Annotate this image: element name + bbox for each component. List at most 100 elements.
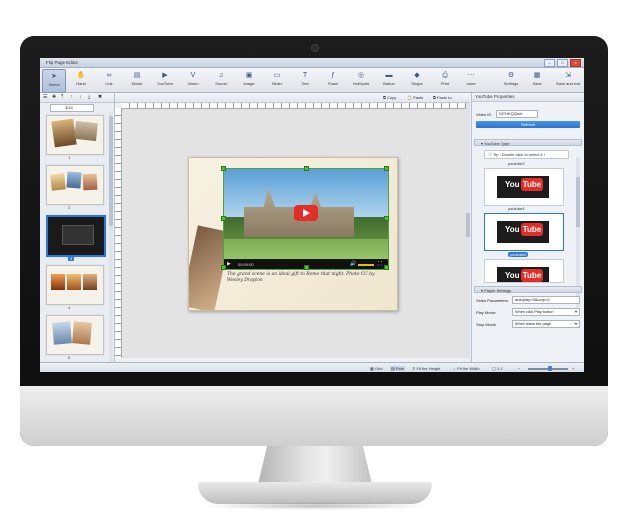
youtube-logo: You Tube (497, 267, 549, 282)
resize-handle[interactable] (221, 166, 226, 171)
move-down-icon[interactable]: ↓ (79, 94, 82, 100)
tool-flash[interactable]: ƒ Flash (322, 69, 344, 91)
styles-scroll-thumb[interactable] (576, 177, 580, 227)
youtube-type-section[interactable]: ▾ YouTube Type (474, 139, 582, 146)
close-button[interactable]: × (570, 59, 581, 67)
video-time: 00:00:00 (238, 262, 254, 267)
tool-image[interactable]: ▣ Image (238, 69, 260, 91)
move-up-icon[interactable]: ↑ (70, 94, 73, 100)
refresh-button[interactable]: Refresh (476, 121, 580, 128)
tool-slider[interactable]: ▭ Slider (266, 69, 288, 91)
stop-movie-select[interactable]: When leave the page ▾ (512, 320, 580, 328)
add-page-icon[interactable]: ✚ (52, 94, 56, 100)
youtube-style-label: youtube4 (508, 206, 525, 211)
copy-button[interactable]: ⧉ Copy (383, 95, 396, 100)
monitor-stand-foot (198, 482, 432, 504)
page-caption: The grand scene is an ideal gift to Rome… (227, 272, 375, 283)
actual-size-button[interactable]: ▢ 1:1 (492, 366, 502, 371)
video-id-input[interactable]: DiTHKQQoel (496, 110, 538, 118)
tool-more[interactable]: ⋯ more (460, 69, 482, 91)
youtube-style-4[interactable]: You Tube (484, 213, 564, 251)
move-first-icon[interactable]: ⤒ (61, 94, 63, 100)
thumb-photo (66, 171, 82, 189)
maximize-button[interactable]: □ (557, 59, 568, 67)
pages-scrollbar[interactable] (109, 112, 113, 362)
canvas-scrollbar[interactable] (466, 103, 470, 358)
zoom-slider-knob[interactable] (548, 366, 552, 371)
rule-toggle[interactable]: ▤ Rule (390, 366, 406, 371)
grid-toggle[interactable]: ▦ Grid (370, 366, 382, 371)
resize-handle[interactable] (221, 265, 226, 270)
thumb-label: 2 (68, 205, 71, 210)
youtube-logo: You Tube (497, 176, 549, 198)
editing-canvas[interactable]: ▶ 00:00:00 🔊 ⛶ The grand scene is an ide… (122, 109, 466, 358)
tool-print[interactable]: ⎙ Print (434, 69, 456, 91)
play-icon[interactable]: ▶ (227, 261, 231, 267)
tool-text[interactable]: T Text (294, 69, 316, 91)
pages-scroll-thumb[interactable] (109, 116, 113, 226)
page-list-icon[interactable]: ☰ (43, 94, 47, 100)
shape-icon: ◆ (414, 72, 420, 79)
fit-height-button[interactable]: ⇕ Fit the Height (412, 366, 440, 371)
tool-button[interactable]: ▬ Button (378, 69, 400, 91)
page-thumbnail-5[interactable] (46, 315, 104, 355)
resize-handle[interactable] (221, 216, 226, 221)
tool-movie[interactable]: ▤ Movie (126, 69, 148, 91)
youtube-style-3[interactable]: You Tube (484, 168, 564, 206)
film-icon: ▤ (133, 72, 141, 79)
flipbook-page[interactable]: ▶ 00:00:00 🔊 ⛶ The grand scene is an ide… (188, 157, 398, 311)
page-thumbnail-4[interactable] (46, 265, 104, 305)
zoom-out-icon[interactable]: − (518, 366, 520, 371)
volume-bar[interactable] (358, 264, 374, 266)
hotspot-icon: ◎ (357, 72, 365, 79)
thumb-photo (51, 274, 65, 290)
canvas-scroll-thumb[interactable] (466, 213, 470, 237)
resize-handle[interactable] (384, 216, 389, 221)
tool-hand[interactable]: ✋ Hand (70, 69, 92, 91)
move-last-icon[interactable]: ⤓ (88, 94, 90, 100)
tool-save[interactable]: ▦ Save (526, 69, 548, 91)
tool-select[interactable]: ➤ Select (42, 69, 66, 93)
page-thumbnail-1[interactable] (46, 115, 104, 155)
youtube-video-element[interactable]: ▶ 00:00:00 🔊 ⛶ (221, 166, 389, 270)
resize-handle[interactable] (384, 166, 389, 171)
resize-handle[interactable] (384, 265, 389, 270)
youtube-icon: ▶ (162, 72, 168, 79)
tool-shape[interactable]: ◆ Shape (406, 69, 428, 91)
page-thumbnail-2[interactable] (46, 165, 104, 205)
zoom-in-icon[interactable]: + (572, 366, 574, 371)
youtube-logo: You Tube (497, 221, 549, 243)
player-settings-section[interactable]: ▾ Player Settings (474, 286, 582, 293)
cursor-icon: ➤ (51, 73, 57, 80)
thumb-photo (82, 173, 98, 191)
youtube-play-button[interactable] (294, 205, 318, 221)
save-exit-icon: ⇲ (565, 72, 571, 79)
fullscreen-icon[interactable]: ⛶ (378, 261, 382, 267)
tool-sound[interactable]: ♫ Sound (210, 69, 232, 91)
flash-icon: ƒ (331, 72, 335, 79)
page-indicator[interactable]: 3/14 (50, 104, 94, 112)
print-icon: ⎙ (442, 72, 448, 79)
youtube-style-5[interactable]: You Tube (484, 259, 564, 283)
tool-settings[interactable]: ⚙ Settings (500, 69, 522, 91)
thumb-label: 5 (68, 355, 71, 360)
tool-link[interactable]: ∞ Link (98, 69, 120, 91)
delete-page-icon[interactable]: ✖ (98, 94, 102, 100)
tool-save-and-exit[interactable]: ⇲ Save and exit (554, 69, 582, 91)
minimize-button[interactable]: – (544, 59, 555, 67)
styles-scrollbar[interactable] (576, 157, 580, 307)
page-thumbnail-3[interactable] (46, 215, 106, 257)
thumb-photo (67, 274, 81, 290)
properties-header: YouTube Properties (472, 93, 584, 102)
paste-button[interactable]: 📋 Paste (407, 95, 423, 100)
tool-youtube[interactable]: ▶ YouTube (154, 69, 176, 91)
tool-hotspots[interactable]: ◎ HotSpots (350, 69, 372, 91)
resize-handle[interactable] (304, 166, 309, 171)
resize-handle[interactable] (304, 265, 309, 270)
video-parameters-input[interactable]: autoplay=0&loop=0 (512, 296, 580, 304)
play-movie-select[interactable]: When click Play button ▾ (512, 308, 580, 316)
paste-to-button[interactable]: ⧉ Paste to (433, 95, 452, 100)
volume-icon[interactable]: 🔊 (350, 261, 356, 267)
fit-width-button[interactable]: ⇔ Fit the Width (452, 366, 480, 371)
tool-vimeo[interactable]: V Vimeo (182, 69, 204, 91)
